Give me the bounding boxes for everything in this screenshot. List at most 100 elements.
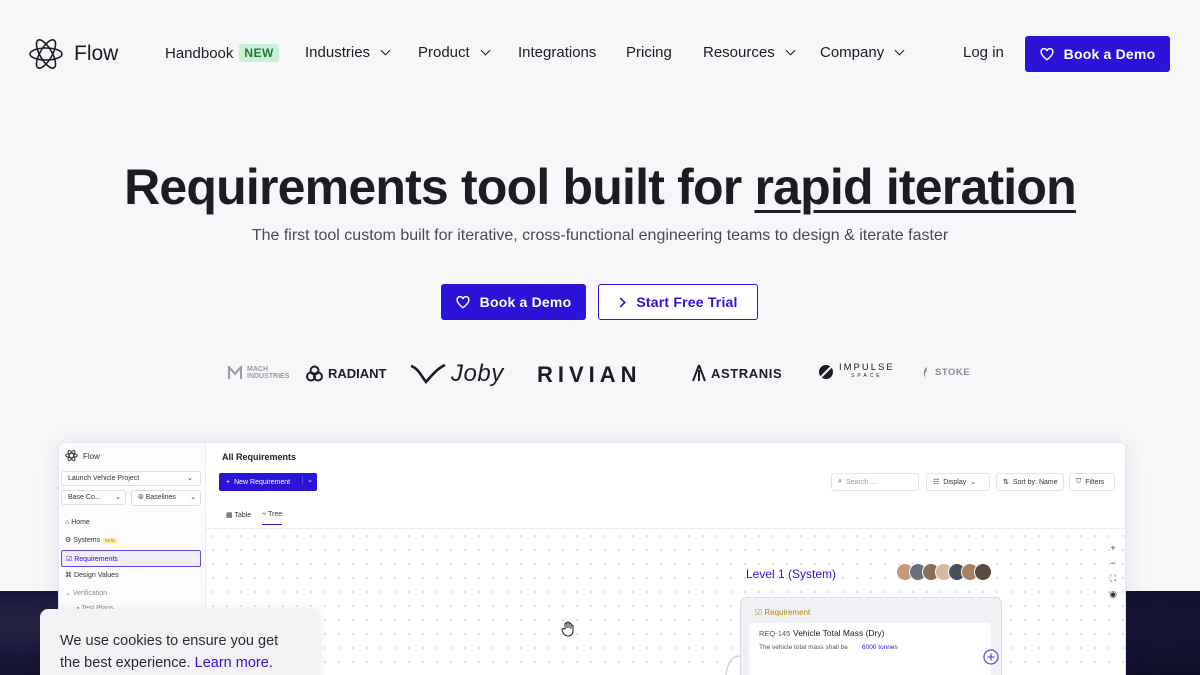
nav-company-label: Company [820, 44, 885, 61]
chevron-down-icon [480, 45, 491, 56]
sort-icon: ⇅ [1003, 479, 1009, 486]
sidebar-item-systems[interactable]: ⚙ Systems beta [65, 536, 118, 544]
base-select-value: Base Co... [68, 494, 101, 501]
book-demo-hero-button[interactable]: Book a Demo [441, 284, 586, 320]
sidebar-item-design-values[interactable]: ⌘ Design Values [65, 571, 119, 579]
new-requirement-button[interactable]: + New Requirement ⌄ [219, 473, 317, 491]
project-select[interactable]: Launch Vehicle Project ⌄ [61, 471, 201, 486]
app-brand: Flow [83, 452, 100, 461]
hero-title-plain: Requirements tool built for [124, 159, 755, 215]
logo-text: Flow [74, 42, 119, 65]
joby-mark-icon [410, 363, 446, 385]
stoke-text: STOKE [935, 367, 971, 378]
login-link[interactable]: Log in [963, 44, 1004, 61]
nav-handbook[interactable]: Handbook NEW [165, 44, 279, 62]
rivian-logo: RIVIAN [537, 362, 642, 388]
nav-integrations[interactable]: Integrations [518, 44, 596, 61]
tab-tree-label: Tree [268, 511, 283, 518]
sort-label: Sort by: Name [1012, 478, 1058, 486]
level-title: Level 1 (System) [746, 567, 837, 581]
tab-tree[interactable]: ⑂ Tree [262, 511, 283, 525]
search-icon: ⌕ [838, 478, 842, 485]
impulse-logo: IMPULSE SPACE [818, 362, 895, 380]
zoom-out-icon[interactable]: − [1110, 558, 1115, 568]
impulse-sub-text: SPACE [851, 373, 883, 379]
mach-industries-logo: MACH INDUSTRIES [228, 366, 297, 380]
chevron-down-icon [380, 45, 391, 56]
stoke-mark-icon [923, 367, 927, 378]
beta-badge: beta [102, 538, 118, 544]
nav-pricing-label: Pricing [626, 44, 672, 61]
requirement-text: The vehicle total mass shall be [759, 644, 848, 651]
baselines-select[interactable]: ⦾ Baselines ⌄ [131, 490, 201, 506]
sidebar-item-home[interactable]: ⌂ Home [65, 519, 90, 526]
chevron-down-icon [785, 45, 796, 56]
sidebar-item-requirements[interactable]: ☑ Requirements [61, 550, 201, 567]
avatar-group [896, 563, 992, 581]
base-select[interactable]: Base Co... ⌄ [61, 490, 126, 505]
astranis-mark-icon [692, 364, 706, 382]
zoom-in-icon[interactable]: + [1110, 543, 1115, 553]
app-page-title: All Requirements [222, 452, 297, 462]
chevron-down-icon: ⌄ [190, 494, 196, 501]
add-child-icon[interactable] [983, 649, 999, 665]
nav-pricing[interactable]: Pricing [626, 44, 672, 61]
tree-connector [725, 655, 742, 675]
sidebar-item-label: Systems [73, 537, 101, 544]
eye-icon[interactable]: ◉ [1109, 589, 1117, 600]
sidebar-item-label: ☑ Requirements [66, 556, 118, 563]
requirement-id: REQ-145 [759, 629, 791, 638]
requirement-tag-label: Requirement [764, 608, 811, 617]
impulse-text: IMPULSE [839, 362, 895, 373]
learn-more-link[interactable]: Learn more. [195, 655, 273, 671]
sidebar-item-label: Home [71, 519, 90, 526]
customer-logos: MACH INDUSTRIES RADIANT Joby RIVIAN ASTR… [0, 358, 1200, 392]
mach-mark-icon [228, 366, 242, 379]
chevron-down-icon: ⌄ [187, 475, 193, 482]
joby-logo: Joby [410, 360, 504, 388]
nav-industries[interactable]: Industries [305, 44, 391, 61]
nav-resources-label: Resources [703, 44, 775, 61]
chevron-down-icon [894, 45, 905, 56]
fit-view-icon[interactable]: ⛶ [1110, 573, 1116, 584]
display-button[interactable]: ☷ Display ⌄ [926, 473, 990, 491]
requirement-card[interactable]: ☑ Requirement REQ-145 Vehicle Total Mass… [740, 597, 1002, 675]
hero-subtitle: The first tool custom built for iterativ… [251, 227, 949, 244]
flow-logo-icon [29, 39, 63, 69]
search-input[interactable]: ⌕ Search ... [831, 473, 919, 491]
nav-handbook-label: Handbook [165, 44, 234, 62]
mach-industries-text: MACH INDUSTRIES [247, 366, 290, 380]
requirements-label: Requirements [74, 556, 118, 563]
book-demo-hero-label: Book a Demo [479, 294, 572, 310]
sort-button[interactable]: ⇅ Sort by: Name [996, 473, 1064, 491]
radiant-text: RADIANT [328, 366, 387, 381]
sidebar-item-verification[interactable]: ⌄ Verification [65, 589, 107, 597]
logo[interactable]: Flow [28, 36, 118, 72]
radiant-mark-icon [306, 365, 323, 382]
astranis-text: ASTRANIS [711, 365, 783, 381]
sidebar-item-label: Design Values [73, 572, 119, 579]
tab-table-label: Table [234, 512, 252, 519]
nav-company[interactable]: Company [820, 44, 905, 61]
filters-button[interactable]: ⛉ Filters [1069, 473, 1115, 491]
requirement-value: 6000 tonnes [862, 644, 898, 651]
stoke-logo: STOKE [922, 367, 970, 378]
filters-label: Filters [1085, 478, 1105, 486]
cookie-banner: We use cookies to ensure you get the bes… [40, 609, 318, 675]
nav-resources[interactable]: Resources [703, 44, 796, 61]
display-label: Display [943, 478, 967, 486]
hero-title-emphasis: rapid iteration [754, 159, 1077, 215]
tab-table[interactable]: ▦ Table [226, 511, 251, 519]
book-demo-nav-button[interactable]: Book a Demo [1025, 36, 1170, 72]
nav-product[interactable]: Product [418, 44, 491, 61]
avatar [974, 563, 992, 581]
start-free-trial-button[interactable]: Start Free Trial [598, 284, 758, 320]
nav-integrations-label: Integrations [518, 44, 597, 61]
toolbar-divider [206, 528, 1125, 529]
chevron-down-icon: ⌄ [115, 494, 121, 501]
hand-cursor-icon [561, 621, 574, 637]
requirement-tag: ☑ Requirement [755, 608, 811, 617]
rivian-text: RIVIAN [537, 362, 642, 387]
sidebar-item-label: Verification [72, 590, 108, 597]
hero-title: Requirements tool built for rapid iterat… [0, 158, 1200, 216]
